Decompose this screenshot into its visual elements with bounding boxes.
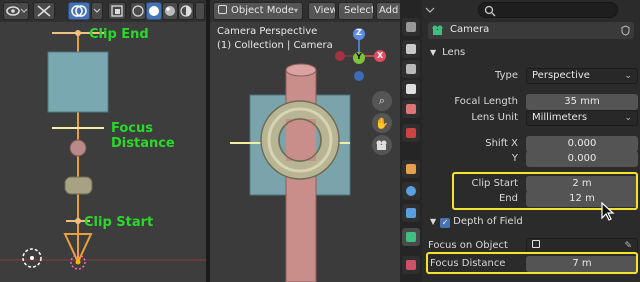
viewport-collection: (1) Collection | Camera xyxy=(217,40,333,51)
fake-user-shield-icon xyxy=(621,25,630,36)
viewport-title: Camera Perspective xyxy=(217,26,318,37)
cube-object xyxy=(47,51,109,113)
tab-view-layer[interactable] xyxy=(402,80,420,98)
mode-label: Object Mode xyxy=(231,5,294,16)
editor-type-dropdown[interactable] xyxy=(424,2,436,16)
tab-tool[interactable] xyxy=(402,18,420,36)
xray-icon xyxy=(111,5,123,17)
shift-y-label: Y xyxy=(511,153,518,164)
overlay-toggle[interactable] xyxy=(68,2,90,20)
dof-section-header[interactable]: ▼ ✓ Depth of Field xyxy=(430,216,523,228)
solid-shading-button[interactable] xyxy=(146,2,162,20)
object-name-text: Camera xyxy=(450,24,490,35)
eye-icon xyxy=(6,6,28,16)
mouse-cursor-icon xyxy=(601,202,615,221)
chevron-down-icon xyxy=(425,7,435,13)
camera-view-icon xyxy=(376,140,387,150)
gizmo-neg-z-axis xyxy=(354,71,364,81)
zoom-icon: ⌕ xyxy=(378,94,386,107)
tab-output[interactable] xyxy=(402,60,420,78)
object-mode-icon xyxy=(218,5,227,14)
side-viewport[interactable]: Clip End Focus Distance Clip Start xyxy=(0,0,206,282)
shift-x-field[interactable]: 0.000 xyxy=(526,136,638,152)
tab-constraints[interactable] xyxy=(402,204,420,222)
rendered-shading-icon xyxy=(180,5,192,17)
shift-y-field[interactable]: 0.000 xyxy=(526,151,638,167)
clip-start-annotation: Clip Start xyxy=(84,215,154,230)
camera-viewport-header: Object Mode ▾ View Select Add xyxy=(210,0,400,22)
chevron-down-icon: ▼ xyxy=(430,48,437,57)
focus-distance-annotation: Focus Distance xyxy=(111,121,175,151)
material-shading-button[interactable] xyxy=(162,2,178,20)
side-viewport-header xyxy=(0,0,206,22)
lens-unit-value: Millimeters xyxy=(532,112,588,123)
solid-shading-icon xyxy=(149,6,159,16)
overlay-icon xyxy=(71,5,87,17)
type-value: Perspective xyxy=(532,70,590,81)
type-label: Type xyxy=(495,70,518,81)
gizmo-neg-x-axis xyxy=(335,51,345,61)
camera-data-icon xyxy=(432,25,443,35)
rendered-shading-button[interactable] xyxy=(178,2,194,20)
overlay-dropdown[interactable] xyxy=(91,2,103,20)
sphere-object xyxy=(69,139,87,157)
dof-checkbox[interactable]: ✓ xyxy=(440,218,451,228)
mode-dropdown[interactable]: Object Mode ▾ xyxy=(213,2,303,20)
camera-viewport[interactable]: Z Y X Object Mode ▾ View Select Add Came… xyxy=(210,0,400,282)
gizmo-toggle[interactable] xyxy=(33,2,55,20)
focal-length-field[interactable]: 35 mm xyxy=(526,94,638,110)
torus-object xyxy=(64,176,93,195)
tab-texture[interactable] xyxy=(402,256,420,274)
lens-unit-dropdown[interactable]: Millimeters ⌄ xyxy=(526,110,638,126)
wireframe-shading-icon xyxy=(132,5,144,17)
chevron-down-icon: ⌄ xyxy=(624,71,632,81)
focus-distance-highlight-box xyxy=(426,252,638,274)
hand-icon: ✋ xyxy=(375,116,389,130)
shift-x-label: Shift X xyxy=(485,138,518,149)
tab-scene[interactable] xyxy=(402,100,420,118)
lens-unit-label: Lens Unit xyxy=(471,112,518,123)
pan-button[interactable]: ✋ xyxy=(372,113,392,133)
gizmo-z-label: Z xyxy=(356,28,362,37)
chevron-down-icon xyxy=(93,8,101,13)
view-menu[interactable]: View xyxy=(308,2,336,20)
lens-section-header[interactable]: ▼ Lens xyxy=(430,47,465,58)
search-input[interactable] xyxy=(478,2,618,18)
dof-section-title: Depth of Field xyxy=(453,216,523,227)
chevron-down-icon: ▼ xyxy=(430,217,437,226)
properties-tabs xyxy=(400,0,422,282)
properties-panel: Camera ▼ Lens Type Perspective ⌄ Focal Len… xyxy=(422,0,640,282)
object-name-field[interactable]: Camera xyxy=(428,22,634,39)
material-shading-icon xyxy=(165,6,175,16)
visibility-dropdown[interactable] xyxy=(3,2,29,20)
lens-section-title: Lens xyxy=(442,47,466,58)
transform-icon xyxy=(37,5,51,17)
wireframe-shading-button[interactable] xyxy=(130,2,146,20)
tab-camera-data[interactable] xyxy=(402,228,420,246)
search-icon xyxy=(484,5,496,17)
add-menu[interactable]: Add xyxy=(376,2,400,20)
camera-view-button[interactable] xyxy=(372,135,392,155)
cube-icon xyxy=(532,240,540,248)
select-menu[interactable]: Select xyxy=(338,2,374,20)
zoom-button[interactable]: ⌕ xyxy=(372,91,392,111)
tab-render[interactable] xyxy=(402,40,420,58)
eyedropper-icon[interactable]: ✎ xyxy=(624,239,632,253)
shading-dropdown[interactable] xyxy=(195,2,205,20)
focal-length-label: Focal Length xyxy=(454,96,518,107)
tab-object[interactable] xyxy=(402,160,420,178)
gizmo-x-label: X xyxy=(377,51,384,60)
clip-end-annotation: Clip End xyxy=(89,27,149,42)
type-dropdown[interactable]: Perspective ⌄ xyxy=(526,68,638,84)
xray-toggle[interactable] xyxy=(108,2,126,20)
tab-world[interactable] xyxy=(402,124,420,142)
properties-editor: Camera ▼ Lens Type Perspective ⌄ Focal Len… xyxy=(400,0,640,282)
gizmo-y-label: Y xyxy=(356,52,362,61)
focus-object-label: Focus on Object xyxy=(428,240,508,251)
chevron-down-icon: ⌄ xyxy=(624,113,632,123)
chevron-down-icon: ▾ xyxy=(293,6,298,15)
tab-physics[interactable] xyxy=(402,182,420,200)
